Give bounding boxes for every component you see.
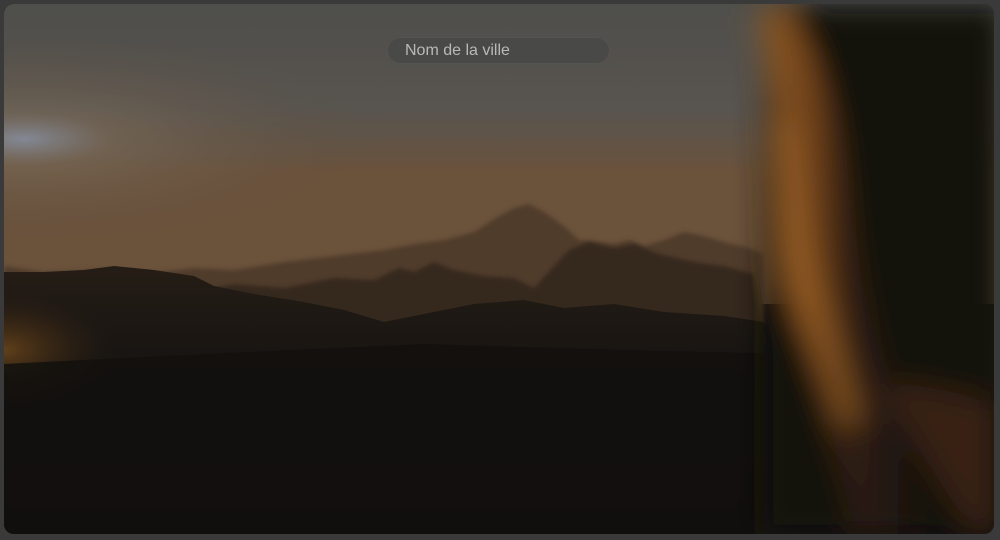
city-search-input[interactable] — [388, 38, 609, 63]
background-photo — [4, 4, 994, 534]
app-window — [4, 4, 994, 534]
mountain-sunset-image — [4, 4, 994, 534]
city-search-bar — [388, 38, 609, 63]
